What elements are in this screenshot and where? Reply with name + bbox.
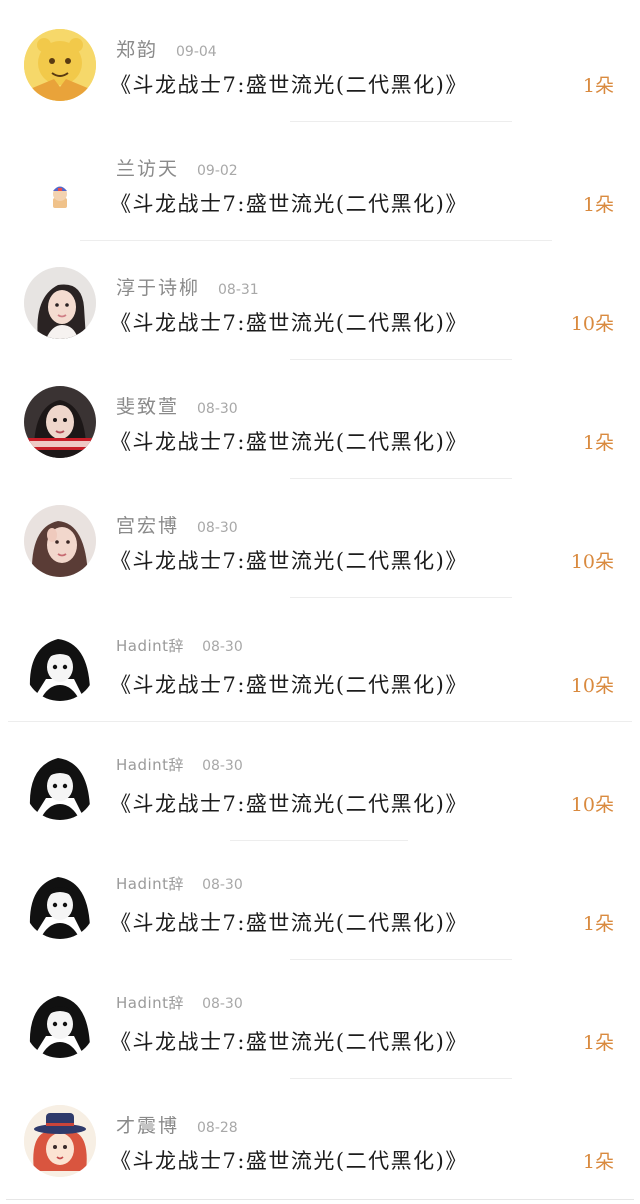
user-name[interactable]: 淳于诗柳 xyxy=(116,273,200,300)
meta-line: Hadint辞 08-30 xyxy=(116,873,243,897)
gift-title: 《斗龙战士7:盛世流光(二代黑化)》 xyxy=(110,73,468,97)
avatar[interactable] xyxy=(24,386,96,458)
flower-count: 1朵 xyxy=(582,1032,614,1054)
gift-title: 《斗龙战士7:盛世流光(二代黑化)》 xyxy=(110,430,468,454)
meta-line: 才震博 08-28 xyxy=(116,1111,238,1138)
date-label: 09-02 xyxy=(197,163,238,179)
flower-count: 1朵 xyxy=(582,75,614,97)
user-name[interactable]: Hadint辞 xyxy=(116,635,184,656)
cartoon-bear-avatar-icon xyxy=(24,29,96,101)
avatar[interactable] xyxy=(24,986,96,1058)
gift-record-list: 郑韵 09-04 《斗龙战士7:盛世流光(二代黑化)》 1朵 兰访天 09-02… xyxy=(0,0,640,1204)
list-item[interactable]: 斐致萱 08-30 《斗龙战士7:盛世流光(二代黑化)》 1朵 xyxy=(0,360,640,479)
avatar[interactable] xyxy=(24,505,96,577)
flower-count: 1朵 xyxy=(582,913,614,935)
redhead-hat-girl-avatar-icon xyxy=(24,1105,96,1177)
meta-line: 郑韵 09-04 xyxy=(116,35,217,62)
gift-title: 《斗龙战士7:盛世流光(二代黑化)》 xyxy=(110,311,468,335)
row-divider xyxy=(290,597,512,598)
date-label: 08-30 xyxy=(197,401,238,417)
small-sticker-avatar-icon xyxy=(24,148,96,220)
dark-anime-girl-avatar-icon xyxy=(24,986,96,1058)
avatar[interactable] xyxy=(24,867,96,939)
date-label: 08-30 xyxy=(202,758,243,774)
meta-line: 淳于诗柳 08-31 xyxy=(116,273,259,300)
flower-count: 1朵 xyxy=(582,1151,614,1173)
woman-selfie-avatar-icon xyxy=(24,505,96,577)
list-item[interactable]: 淳于诗柳 08-31 《斗龙战士7:盛世流光(二代黑化)》 10朵 xyxy=(0,241,640,360)
list-item[interactable]: Hadint辞 08-30 《斗龙战士7:盛世流光(二代黑化)》 10朵 xyxy=(0,603,640,722)
date-label: 08-31 xyxy=(218,282,259,298)
flower-count: 10朵 xyxy=(570,551,614,573)
woman-photo-avatar-icon xyxy=(24,386,96,458)
date-label: 08-30 xyxy=(202,996,243,1012)
gift-title: 《斗龙战士7:盛世流光(二代黑化)》 xyxy=(110,792,468,816)
gift-title: 《斗龙战士7:盛世流光(二代黑化)》 xyxy=(110,549,468,573)
user-name[interactable]: Hadint辞 xyxy=(116,873,184,894)
bottom-edge-divider xyxy=(6,1199,634,1200)
dark-anime-girl-avatar-icon xyxy=(24,629,96,701)
list-item[interactable]: 才震博 08-28 《斗龙战士7:盛世流光(二代黑化)》 1朵 xyxy=(0,1079,640,1198)
date-label: 09-04 xyxy=(176,44,217,60)
flower-count: 10朵 xyxy=(570,794,614,816)
date-label: 08-30 xyxy=(197,520,238,536)
date-label: 08-28 xyxy=(197,1120,238,1136)
gift-title: 《斗龙战士7:盛世流光(二代黑化)》 xyxy=(110,1149,468,1173)
user-name[interactable]: 才震博 xyxy=(116,1111,179,1138)
list-item[interactable]: 宫宏博 08-30 《斗龙战士7:盛世流光(二代黑化)》 10朵 xyxy=(0,479,640,598)
dark-anime-girl-avatar-icon xyxy=(24,867,96,939)
flower-count: 1朵 xyxy=(582,194,614,216)
meta-line: 宫宏博 08-30 xyxy=(116,511,238,538)
list-item[interactable]: Hadint辞 08-30 《斗龙战士7:盛世流光(二代黑化)》 1朵 xyxy=(0,960,640,1079)
dark-anime-girl-avatar-icon xyxy=(24,748,96,820)
avatar[interactable] xyxy=(24,29,96,101)
list-item[interactable]: 郑韵 09-04 《斗龙战士7:盛世流光(二代黑化)》 1朵 xyxy=(0,3,640,122)
meta-line: 兰访天 09-02 xyxy=(116,154,238,181)
meta-line: Hadint辞 08-30 xyxy=(116,992,243,1016)
gift-title: 《斗龙战士7:盛世流光(二代黑化)》 xyxy=(110,1030,468,1054)
flower-count: 10朵 xyxy=(570,675,614,697)
gift-title: 《斗龙战士7:盛世流光(二代黑化)》 xyxy=(110,911,468,935)
avatar[interactable] xyxy=(24,748,96,820)
meta-line: Hadint辞 08-30 xyxy=(116,635,243,659)
gift-title: 《斗龙战士7:盛世流光(二代黑化)》 xyxy=(110,192,468,216)
list-item[interactable]: 兰访天 09-02 《斗龙战士7:盛世流光(二代黑化)》 1朵 xyxy=(0,122,640,241)
girl-photo-avatar-icon xyxy=(24,267,96,339)
user-name[interactable]: 兰访天 xyxy=(116,154,179,181)
user-name[interactable]: 郑韵 xyxy=(116,35,158,62)
flower-count: 10朵 xyxy=(570,313,614,335)
avatar[interactable] xyxy=(24,629,96,701)
user-name[interactable]: 宫宏博 xyxy=(116,511,179,538)
avatar[interactable] xyxy=(24,148,96,220)
meta-line: Hadint辞 08-30 xyxy=(116,754,243,778)
meta-line: 斐致萱 08-30 xyxy=(116,392,238,419)
avatar[interactable] xyxy=(24,1105,96,1177)
gift-title: 《斗龙战士7:盛世流光(二代黑化)》 xyxy=(110,673,468,697)
user-name[interactable]: Hadint辞 xyxy=(116,754,184,775)
avatar[interactable] xyxy=(24,267,96,339)
flower-count: 1朵 xyxy=(582,432,614,454)
date-label: 08-30 xyxy=(202,877,243,893)
date-label: 08-30 xyxy=(202,639,243,655)
list-item[interactable]: Hadint辞 08-30 《斗龙战士7:盛世流光(二代黑化)》 1朵 xyxy=(0,841,640,960)
list-item[interactable]: Hadint辞 08-30 《斗龙战士7:盛世流光(二代黑化)》 10朵 xyxy=(0,722,640,841)
user-name[interactable]: 斐致萱 xyxy=(116,392,179,419)
user-name[interactable]: Hadint辞 xyxy=(116,992,184,1013)
